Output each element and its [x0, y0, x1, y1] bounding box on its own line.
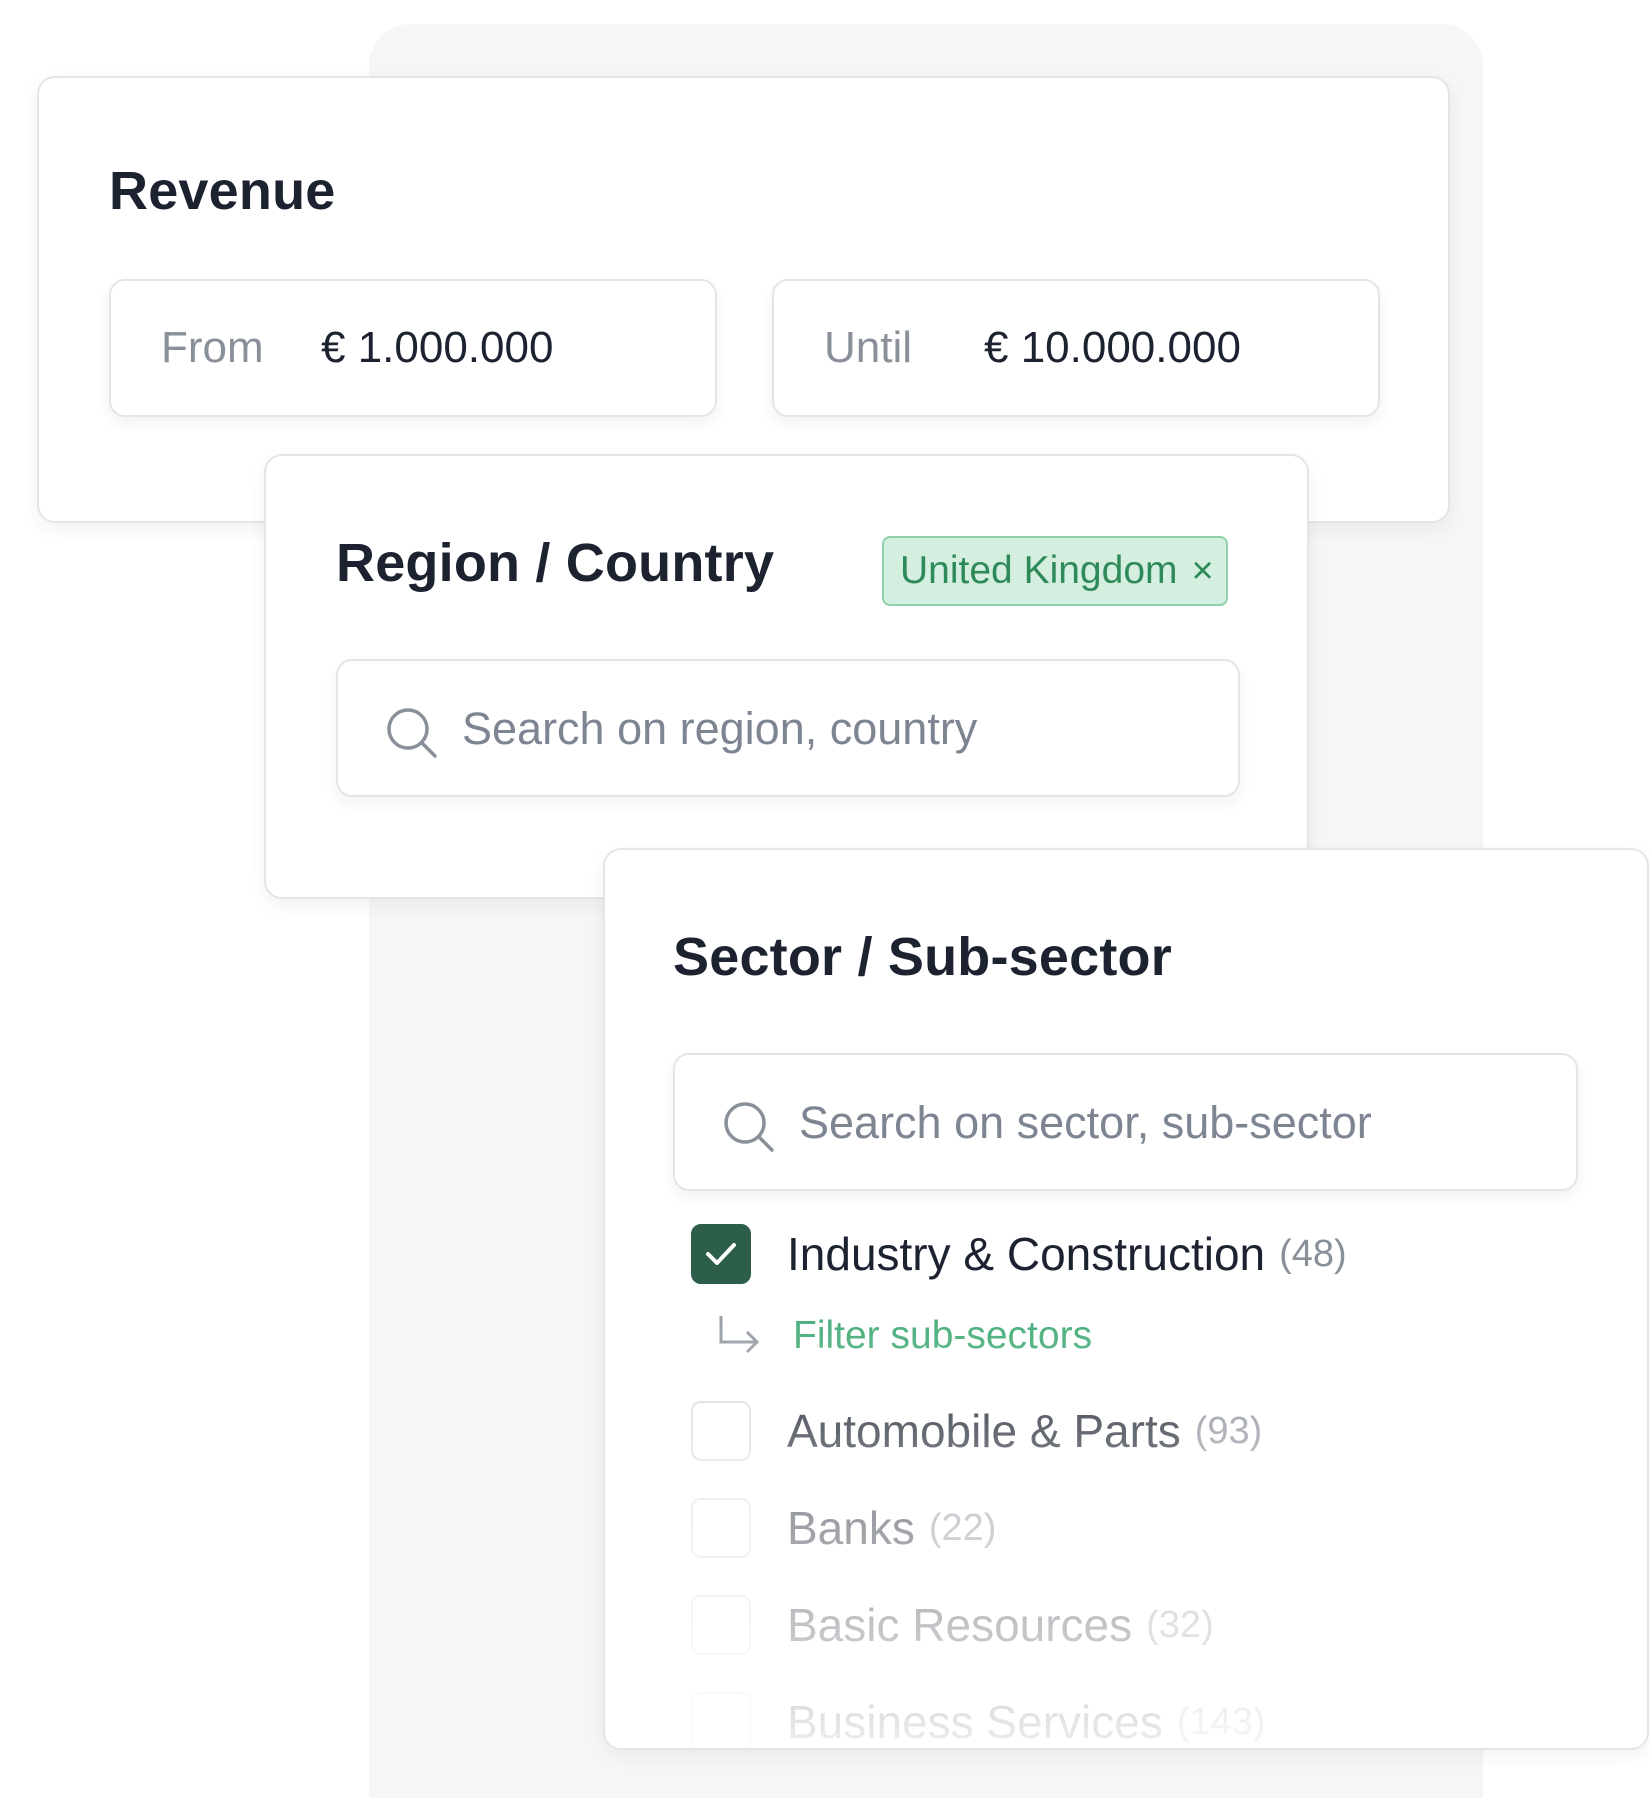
revenue-from-label: From [161, 323, 264, 372]
close-icon[interactable]: × [1192, 552, 1214, 590]
region-search-input[interactable]: Search on region, country [336, 659, 1240, 797]
sector-item-count: (48) [1279, 1232, 1347, 1275]
sector-checkbox[interactable] [691, 1401, 751, 1461]
filter-subsectors-row[interactable]: Filter sub-sectors [715, 1314, 1092, 1358]
sector-item-count: (143) [1176, 1700, 1266, 1743]
sector-item-business-services[interactable]: Business Services (143) [691, 1692, 1266, 1748]
sector-title: Sector / Sub-sector [673, 927, 1172, 987]
region-title: Region / Country [336, 533, 775, 593]
search-icon [387, 708, 437, 758]
sector-item-count: (93) [1194, 1409, 1263, 1452]
sector-checkbox[interactable] [691, 1498, 751, 1558]
sector-checkbox[interactable] [691, 1692, 751, 1748]
check-icon [706, 1243, 736, 1265]
sector-item-count: (32) [1146, 1603, 1214, 1646]
sector-item-label: Business Services [787, 1696, 1163, 1748]
revenue-until-value[interactable]: € 10.000.000 [984, 323, 1241, 373]
selected-region-tag: United Kingdom × [882, 536, 1228, 606]
region-filter-card: Region / Country United Kingdom × Search… [264, 454, 1309, 899]
sector-item-label: Industry & Construction [787, 1228, 1266, 1280]
sector-search-placeholder: Search on sector, sub-sector [799, 1097, 1372, 1148]
sector-item-basic-resources[interactable]: Basic Resources (32) [691, 1595, 1214, 1655]
selected-region-tag-label: United Kingdom [900, 549, 1178, 592]
revenue-from-value[interactable]: € 1.000.000 [321, 323, 553, 373]
sector-item-label: Automobile & Parts [787, 1405, 1181, 1457]
sector-filter-card: Sector / Sub-sector Search on sector, su… [603, 848, 1649, 1750]
sector-checkbox[interactable] [691, 1595, 751, 1655]
subdirectory-arrow-icon [719, 1316, 760, 1354]
sector-search-input[interactable]: Search on sector, sub-sector [673, 1053, 1578, 1191]
revenue-until-label: Until [824, 323, 913, 372]
revenue-title: Revenue [109, 161, 336, 221]
search-icon [724, 1102, 774, 1152]
filter-subsectors-link[interactable]: Filter sub-sectors [793, 1314, 1092, 1358]
revenue-from-field[interactable]: From € 1.000.000 [109, 279, 717, 417]
region-search-placeholder: Search on region, country [462, 703, 978, 754]
sector-checkbox[interactable] [691, 1224, 751, 1284]
sector-item-automobile-parts[interactable]: Automobile & Parts (93) [691, 1401, 1262, 1461]
revenue-until-field[interactable]: Until € 10.000.000 [772, 279, 1380, 417]
sector-item-label: Banks [787, 1502, 915, 1554]
sector-item-banks[interactable]: Banks (22) [691, 1498, 996, 1558]
sector-item-label: Basic Resources [787, 1599, 1133, 1651]
sector-item-count: (22) [928, 1506, 997, 1549]
sector-item-industry-construction[interactable]: Industry & Construction (48) [691, 1224, 1347, 1284]
